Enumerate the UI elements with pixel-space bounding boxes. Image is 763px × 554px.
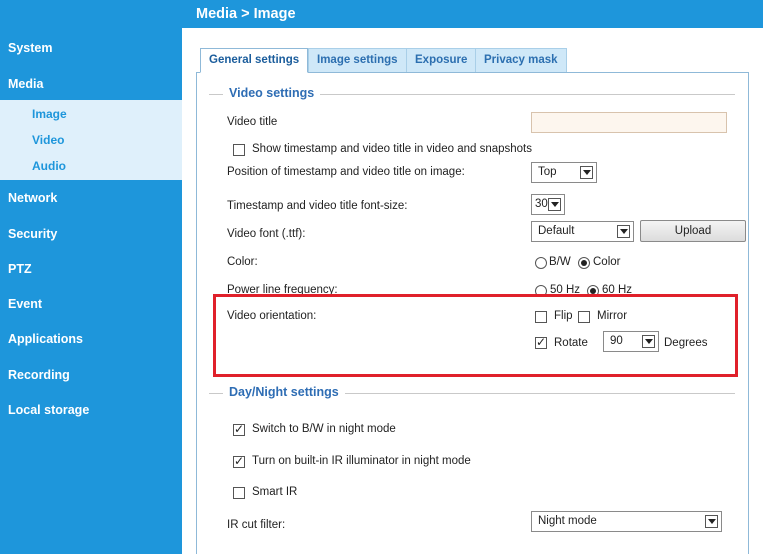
chevron-down-icon [705, 515, 718, 528]
smart-ir-label: Smart IR [252, 486, 298, 498]
upload-button[interactable]: Upload [640, 220, 746, 242]
video-title-label: Video title [227, 116, 278, 128]
color-label: Color: [227, 256, 258, 268]
color-bw-radio[interactable] [535, 257, 547, 269]
video-orientation-highlight [213, 294, 738, 377]
font-size-label: Timestamp and video title font-size: [227, 200, 408, 212]
video-font-select-value: Default [538, 225, 575, 237]
sidebar-item-ptz[interactable]: PTZ [0, 255, 182, 283]
media-submenu: Image Video Audio [0, 100, 182, 180]
position-label: Position of timestamp and video title on… [227, 166, 465, 178]
sidebar-item-event[interactable]: Event [0, 290, 182, 318]
page-breadcrumb: Media > Image [182, 0, 763, 28]
tab-general-settings[interactable]: General settings [200, 48, 309, 73]
ir-illuminator-checkbox[interactable] [233, 454, 245, 468]
ir-cut-filter-value: Night mode [538, 515, 597, 527]
smart-ir-checkbox[interactable] [233, 487, 245, 499]
position-select-value: Top [538, 166, 557, 178]
video-settings-title: Video settings [223, 86, 321, 100]
tab-privacy-mask[interactable]: Privacy mask [475, 48, 567, 72]
sidebar-item-recording[interactable]: Recording [0, 361, 182, 389]
video-font-label: Video font (.ttf): [227, 228, 306, 240]
font-size-select[interactable]: 30 [531, 194, 565, 215]
sidebar-subitem-audio[interactable]: Audio [0, 154, 182, 178]
color-bw-label: B/W [549, 256, 571, 268]
ir-cut-filter-select[interactable]: Night mode [531, 511, 722, 532]
sidebar-item-network[interactable]: Network [0, 184, 182, 212]
ir-illuminator-label: Turn on built-in IR illuminator in night… [252, 455, 471, 467]
sidebar-item-media[interactable]: Media [0, 70, 182, 98]
tab-exposure[interactable]: Exposure [406, 48, 477, 72]
tab-image-settings[interactable]: Image settings [308, 48, 407, 72]
sidebar: System Media Image Video Audio Network S… [0, 0, 182, 554]
chevron-down-icon [548, 198, 561, 211]
sidebar-item-local-storage[interactable]: Local storage [0, 396, 182, 424]
switch-bw-night-label: Switch to B/W in night mode [252, 423, 396, 435]
color-color-radio[interactable] [578, 257, 590, 269]
sidebar-subitem-image[interactable]: Image [0, 102, 182, 126]
color-color-label: Color [593, 256, 621, 268]
sidebar-item-applications[interactable]: Applications [0, 325, 182, 353]
sidebar-item-security[interactable]: Security [0, 220, 182, 248]
chevron-down-icon [617, 225, 630, 238]
switch-bw-night-checkbox[interactable] [233, 422, 245, 436]
ir-cut-filter-label: IR cut filter: [227, 519, 286, 531]
position-select[interactable]: Top [531, 162, 597, 183]
day-night-settings-title: Day/Night settings [223, 385, 345, 399]
video-title-input[interactable] [531, 112, 727, 133]
sidebar-item-system[interactable]: System [0, 34, 182, 62]
show-timestamp-label: Show timestamp and video title in video … [252, 143, 532, 155]
video-font-select[interactable]: Default [531, 221, 634, 242]
header-gap [182, 28, 763, 36]
show-timestamp-checkbox[interactable] [233, 144, 245, 156]
chevron-down-icon [580, 166, 593, 179]
font-size-select-value: 30 [535, 198, 548, 210]
sidebar-subitem-video[interactable]: Video [0, 128, 182, 152]
